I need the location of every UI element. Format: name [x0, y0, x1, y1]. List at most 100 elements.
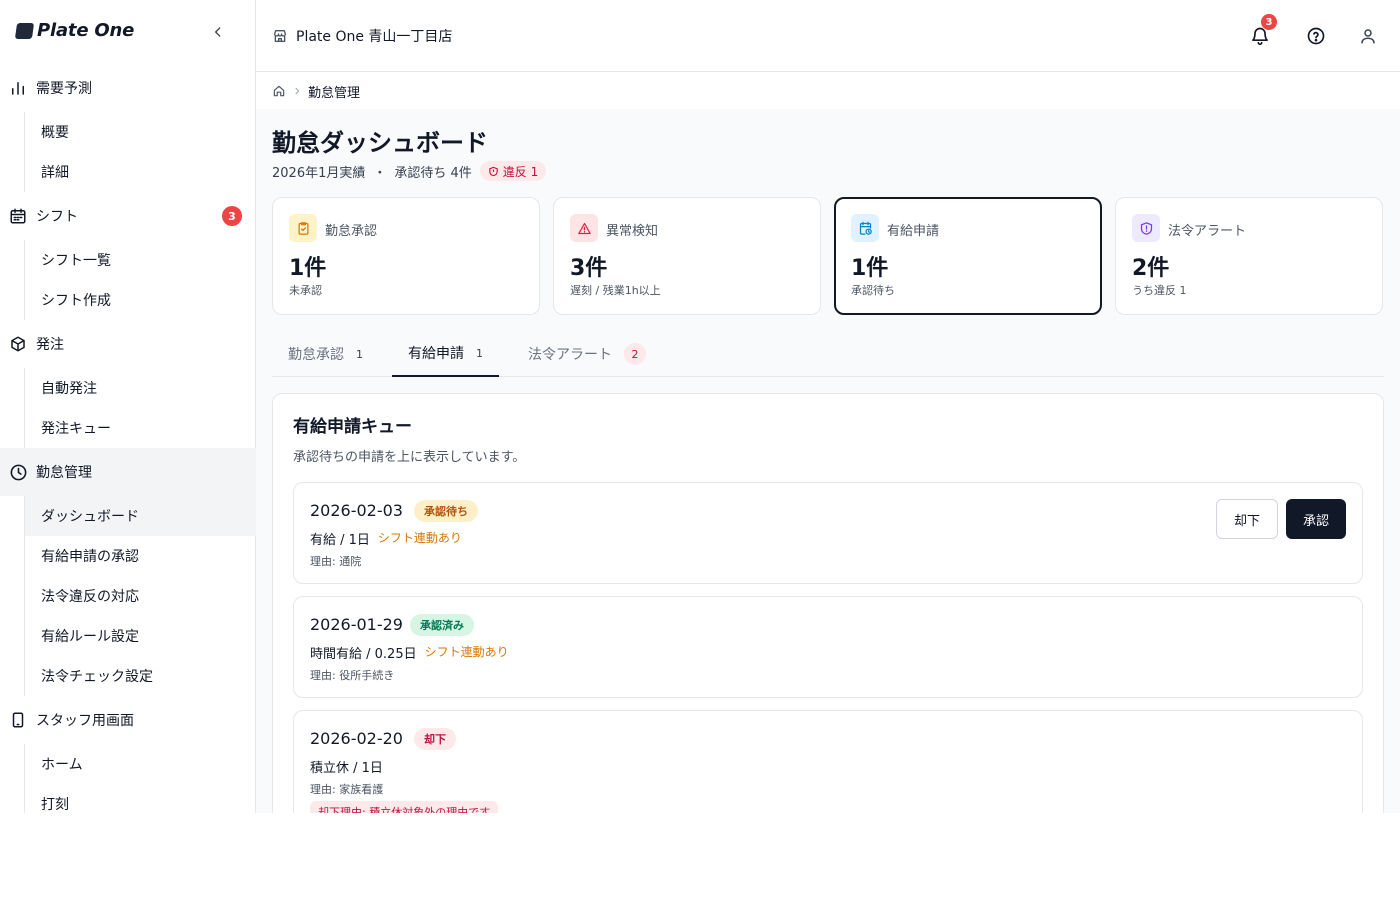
sidebar-group-label: 需要予測 — [36, 81, 92, 97]
stat-note: 未承認 — [289, 284, 322, 297]
request-type: 時間有給 / 0.25日 シフト連動あり — [310, 643, 509, 662]
reject-reason-badge: 却下理由: 積立休対象外の理由です — [310, 801, 499, 813]
shift-count-badge: 3 — [222, 206, 242, 226]
shield-icon — [489, 166, 498, 176]
queue-title: 有給申請キュー — [293, 417, 412, 437]
tab-paid-leave[interactable]: 有給申請 1 — [392, 331, 499, 377]
sidebar-group-staff-screen[interactable]: スタッフ用画面 — [0, 700, 256, 740]
sidebar-item-auto-order[interactable]: 自動発注 — [25, 368, 256, 408]
store-name: Plate One 青山一丁目店 — [296, 29, 453, 45]
clock-icon — [8, 462, 28, 482]
approve-button[interactable]: 承認 — [1286, 499, 1346, 539]
store-selector[interactable]: Plate One 青山一丁目店 — [272, 26, 452, 46]
page-title: 勤怠ダッシュボード — [272, 129, 488, 157]
sidebar-item-clock-in[interactable]: 打刻 — [25, 784, 256, 813]
stat-card-attendance-approval[interactable]: 勤怠承認 1件 未承認 — [272, 197, 540, 315]
user-icon — [1361, 29, 1375, 44]
page-summary: 2026年1月実績 ・ 承認待ち 4件 違反 1 — [272, 161, 547, 181]
stat-value: 3件 — [570, 256, 608, 281]
sidebar-item-overview[interactable]: 概要 — [25, 112, 256, 152]
sidebar-item-violation-response[interactable]: 法令違反の対応 — [25, 576, 256, 616]
help-button[interactable] — [1304, 24, 1328, 48]
bar-chart-icon — [8, 78, 28, 98]
sidebar-item-shift-list[interactable]: シフト一覧 — [25, 240, 256, 280]
tab-law-alert[interactable]: 法令アラート 2 — [512, 331, 662, 377]
sidebar-group-label: 発注 — [36, 337, 64, 353]
request-type: 積立休 / 1日 — [310, 757, 383, 776]
request-date: 2026-02-03 — [310, 501, 403, 520]
breadcrumb-current: 勤怠管理 — [308, 85, 361, 101]
chevron-right-icon — [295, 87, 300, 95]
user-menu-button[interactable] — [1356, 24, 1380, 48]
sidebar-group-attendance[interactable]: 勤怠管理 — [0, 448, 256, 496]
stat-card-law-alert[interactable]: 法令アラート 2件 うち違反 1 — [1115, 197, 1383, 315]
package-icon — [8, 334, 28, 354]
request-reason: 理由: 通院 — [310, 555, 362, 568]
sidebar-group-shift[interactable]: シフト 3 — [0, 196, 256, 236]
stat-label: 勤怠承認 — [325, 224, 378, 239]
tab-attendance-approval[interactable]: 勤怠承認 1 — [272, 331, 379, 377]
shift-linked-label: シフト連動あり — [377, 531, 462, 545]
request-date: 2026-01-29 — [310, 615, 403, 634]
pending-text: 承認待ち 4件 — [394, 165, 472, 181]
reject-button[interactable]: 却下 — [1216, 499, 1278, 539]
stat-label: 法令アラート — [1168, 224, 1247, 239]
stat-card-paid-leave[interactable]: 有給申請 1件 承認待ち — [834, 197, 1102, 315]
logo-text: Plate One — [37, 20, 135, 41]
tab-bar: 勤怠承認 1 有給申請 1 法令アラート 2 — [272, 331, 1384, 377]
app-root: Plate One 需要予測 概要 詳細 シフト 3 シフト一覧 シフト作成 発… — [0, 0, 1400, 813]
notification-count-badge: 3 — [1261, 14, 1277, 30]
period-text: 2026年1月実績 — [272, 165, 366, 181]
request-date: 2026-02-20 — [310, 729, 403, 748]
logo[interactable]: Plate One — [14, 20, 135, 41]
sidebar-item-law-check-settings[interactable]: 法令チェック設定 — [25, 656, 256, 696]
sidebar-item-home[interactable]: ホーム — [25, 744, 256, 784]
sidebar-group-order[interactable]: 発注 — [0, 324, 256, 364]
sidebar-group-label: スタッフ用画面 — [36, 713, 134, 729]
notifications-button[interactable]: 3 — [1248, 14, 1277, 48]
clipboard-check-icon — [289, 214, 317, 242]
logo-mark-icon — [14, 22, 35, 39]
stat-value: 1件 — [851, 256, 889, 281]
sidebar-item-order-queue[interactable]: 発注キュー — [25, 408, 256, 448]
help-circle-icon — [1307, 27, 1325, 45]
sidebar-collapse-button[interactable] — [208, 22, 228, 42]
shift-linked-label: シフト連動あり — [424, 645, 509, 659]
tab-label: 勤怠承認 — [288, 347, 344, 363]
leave-type: 時間有給 / 0.25日 — [310, 647, 417, 662]
stat-label: 有給申請 — [887, 224, 940, 239]
request-reason: 理由: 役所手続き — [310, 669, 395, 682]
main-content: 勤怠管理 勤怠ダッシュボード 2026年1月実績 ・ 承認待ち 4件 違反 1 … — [256, 73, 1400, 813]
request-type: 有給 / 1日 シフト連動あり — [310, 529, 462, 548]
tablet-icon — [8, 710, 28, 730]
request-reason: 理由: 家族看護 — [310, 783, 384, 796]
stat-note: うち違反 1 — [1132, 284, 1187, 297]
sidebar-group-label: 勤怠管理 — [36, 465, 92, 481]
stat-note: 遅刻 / 残業1h以上 — [570, 284, 661, 297]
leave-request-card: 2026-02-20 却下 積立休 / 1日 理由: 家族看護 却下理由: 積立… — [293, 710, 1363, 813]
sidebar-item-leave-approval[interactable]: 有給申請の承認 — [25, 536, 256, 576]
tab-count: 2 — [624, 343, 646, 365]
stat-note: 承認待ち — [851, 284, 895, 297]
shield-alert-icon — [1132, 214, 1160, 242]
tab-label: 有給申請 — [408, 346, 464, 362]
chevron-left-icon — [215, 27, 221, 37]
sidebar-item-dashboard[interactable]: ダッシュボード — [25, 496, 256, 536]
sidebar-item-detail[interactable]: 詳細 — [25, 152, 256, 192]
sidebar-item-shift-create[interactable]: シフト作成 — [25, 280, 256, 320]
status-badge: 承認待ち — [414, 500, 478, 522]
stat-value: 2件 — [1132, 256, 1170, 281]
leave-type: 積立休 / 1日 — [310, 761, 383, 776]
sidebar-item-leave-rules[interactable]: 有給ルール設定 — [25, 616, 256, 656]
status-badge: 却下 — [414, 728, 456, 750]
sidebar-group-demand-forecast[interactable]: 需要予測 — [0, 68, 256, 108]
calendar-icon — [8, 206, 28, 226]
violation-badge: 違反 1 — [479, 161, 547, 181]
stat-value: 1件 — [289, 256, 327, 281]
violation-badge-text: 違反 1 — [502, 164, 539, 179]
stat-card-anomaly-detection[interactable]: 異常検知 3件 遅刻 / 残業1h以上 — [553, 197, 821, 315]
store-icon — [274, 30, 286, 42]
home-icon[interactable] — [272, 84, 286, 98]
separator: ・ — [373, 165, 387, 181]
tab-count: 1 — [356, 347, 363, 361]
